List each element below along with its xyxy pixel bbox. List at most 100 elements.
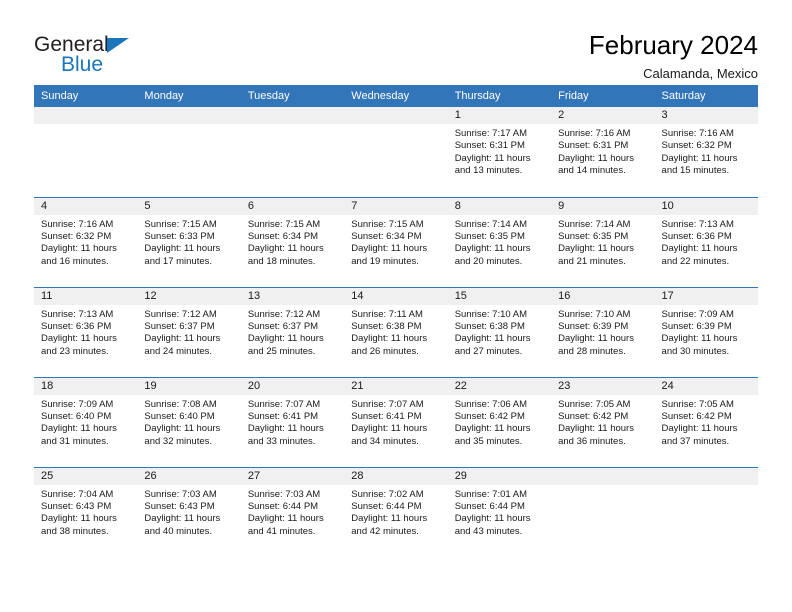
day-number	[240, 107, 345, 124]
calendar-table: Sunday Monday Tuesday Wednesday Thursday Frid…	[34, 85, 758, 557]
day-detail-line: and 32 minutes.	[144, 435, 213, 447]
day-detail-line: and 43 minutes.	[454, 525, 523, 537]
weekday-header-monday: Monday	[137, 85, 241, 107]
day-details: Sunrise: 7:16 AM Sunset: 6:32 PM Daylight:…	[655, 124, 758, 178]
day-number: 11	[34, 287, 138, 305]
day-cell[interactable]: 12 Sunrise: 7:12 AM Sunset: 6:37 PM Dayligh…	[137, 286, 241, 377]
weekday-header-friday: Friday	[551, 85, 655, 107]
day-number: 28	[344, 467, 448, 485]
day-detail-line: Sunrise: 7:06 AM	[454, 398, 528, 410]
day-detail-line: Sunset: 6:41 PM	[247, 410, 319, 422]
day-detail-line: and 33 minutes.	[247, 435, 316, 447]
general-blue-logo[interactable]: General Blue	[34, 30, 174, 82]
day-number: 1	[447, 107, 552, 124]
day-cell[interactable]: 8 Sunrise: 7:14 AM Sunset: 6:35 PM Daylight…	[447, 196, 552, 287]
day-detail-line: and 21 minutes.	[558, 255, 626, 267]
day-details: Sunrise: 7:13 AM Sunset: 6:36 PM Daylight:…	[34, 305, 137, 359]
day-number: 29	[447, 467, 552, 485]
day-cell[interactable]: 24 Sunrise: 7:05 AM Sunset: 6:42 PM Dayligh…	[654, 376, 758, 467]
calendar-week-row: 1 Sunrise: 7:17 AM Sunset: 6:31 PM Daylight…	[34, 107, 758, 197]
calendar-week-row: 25 Sunrise: 7:04 AM Sunset: 6:43 PM Dayligh…	[34, 466, 758, 557]
day-detail-line: Sunrise: 7:12 AM	[144, 308, 217, 320]
day-cell[interactable]: 3 Sunrise: 7:16 AM Sunset: 6:32 PM Daylight…	[654, 107, 758, 197]
day-detail-line: Daylight: 11 hours	[558, 152, 634, 164]
day-cell[interactable]: 4 Sunrise: 7:16 AM Sunset: 6:32 PM Daylight…	[34, 196, 138, 287]
day-detail-line: Sunrise: 7:16 AM	[558, 128, 631, 139]
weekday-header-tuesday: Tuesday	[240, 85, 345, 107]
day-cell[interactable]: 25 Sunrise: 7:04 AM Sunset: 6:43 PM Dayligh…	[34, 466, 138, 557]
day-detail-line: Sunset: 6:35 PM	[558, 230, 629, 242]
day-details: Sunrise: 7:07 AM Sunset: 6:41 PM Daylight:…	[241, 395, 344, 449]
logo-text-blue: Blue	[61, 53, 104, 76]
day-cell[interactable]: 7 Sunrise: 7:15 AM Sunset: 6:34 PM Daylight…	[344, 196, 448, 287]
day-detail-line: Sunrise: 7:17 AM	[454, 128, 528, 139]
day-cell[interactable]: 6 Sunrise: 7:15 AM Sunset: 6:34 PM Daylight…	[240, 196, 345, 287]
day-detail-line: Sunrise: 7:16 AM	[661, 128, 734, 139]
day-details: Sunrise: 7:03 AM Sunset: 6:43 PM Daylight:…	[137, 485, 240, 539]
day-detail-line: Sunset: 6:42 PM	[558, 410, 629, 422]
day-detail-line: Daylight: 11 hours	[558, 243, 634, 255]
day-cell[interactable]: 10 Sunrise: 7:13 AM Sunset: 6:36 PM Dayligh…	[654, 196, 758, 287]
day-detail-line: Daylight: 11 hours	[454, 333, 531, 345]
day-detail-line: Sunrise: 7:04 AM	[41, 488, 114, 500]
day-detail-line: and 20 minutes.	[454, 255, 523, 267]
day-cell-empty	[551, 466, 655, 557]
day-cell[interactable]: 9 Sunrise: 7:14 AM Sunset: 6:35 PM Daylight…	[551, 196, 655, 287]
day-detail-line: Daylight: 11 hours	[144, 333, 221, 345]
day-cell[interactable]: 18 Sunrise: 7:09 AM Sunset: 6:40 PM Dayligh…	[34, 376, 138, 467]
day-detail-line: Daylight: 11 hours	[247, 423, 324, 435]
weekday-header-saturday: Saturday	[654, 85, 758, 107]
day-details	[344, 124, 447, 128]
day-detail-line: Sunrise: 7:14 AM	[454, 218, 528, 230]
day-cell[interactable]: 22 Sunrise: 7:06 AM Sunset: 6:42 PM Dayligh…	[447, 376, 552, 467]
calendar-grid: Sunday Monday Tuesday Wednesday Thursday Frid…	[34, 85, 758, 557]
day-detail-line: and 16 minutes.	[41, 255, 109, 267]
day-number: 16	[551, 287, 655, 305]
day-detail-line: Sunrise: 7:13 AM	[41, 308, 114, 320]
day-cell[interactable]: 5 Sunrise: 7:15 AM Sunset: 6:33 PM Daylight…	[137, 196, 241, 287]
calendar-week-row: 4 Sunrise: 7:16 AM Sunset: 6:32 PM Daylight…	[34, 196, 758, 287]
day-detail-line: Sunset: 6:40 PM	[41, 410, 112, 422]
day-detail-line: Sunrise: 7:01 AM	[454, 488, 528, 500]
day-detail-line: and 28 minutes.	[558, 345, 626, 357]
page-header: General Blue February 2024 Calamanda, Me…	[0, 0, 792, 81]
day-details: Sunrise: 7:15 AM Sunset: 6:34 PM Daylight:…	[344, 215, 447, 269]
day-details: Sunrise: 7:13 AM Sunset: 6:36 PM Daylight:…	[655, 215, 758, 269]
day-number: 2	[551, 107, 655, 124]
day-cell[interactable]: 26 Sunrise: 7:03 AM Sunset: 6:43 PM Dayligh…	[137, 466, 241, 557]
day-detail-line: Sunset: 6:33 PM	[144, 230, 215, 242]
day-detail-line: and 38 minutes.	[41, 525, 109, 537]
day-cell[interactable]: 27 Sunrise: 7:03 AM Sunset: 6:44 PM Dayligh…	[240, 466, 345, 557]
day-cell[interactable]: 2 Sunrise: 7:16 AM Sunset: 6:31 PM Daylight…	[551, 107, 655, 197]
day-cell[interactable]: 29 Sunrise: 7:01 AM Sunset: 6:44 PM Dayligh…	[447, 466, 552, 557]
day-detail-line: and 25 minutes.	[247, 345, 316, 357]
day-detail-line: Sunrise: 7:10 AM	[558, 308, 631, 320]
day-cell[interactable]: 14 Sunrise: 7:11 AM Sunset: 6:38 PM Dayligh…	[344, 286, 448, 377]
day-detail-line: Daylight: 11 hours	[144, 423, 221, 435]
day-cell[interactable]: 21 Sunrise: 7:07 AM Sunset: 6:41 PM Dayligh…	[344, 376, 448, 467]
day-cell[interactable]: 13 Sunrise: 7:12 AM Sunset: 6:37 PM Dayligh…	[240, 286, 345, 377]
day-detail-line: Daylight: 11 hours	[454, 243, 531, 255]
day-number: 19	[137, 377, 241, 395]
day-detail-line: Daylight: 11 hours	[41, 423, 117, 435]
day-detail-line: Sunset: 6:34 PM	[351, 230, 422, 242]
day-cell[interactable]: 23 Sunrise: 7:05 AM Sunset: 6:42 PM Dayligh…	[551, 376, 655, 467]
day-cell[interactable]: 19 Sunrise: 7:08 AM Sunset: 6:40 PM Dayligh…	[137, 376, 241, 467]
day-cell[interactable]: 20 Sunrise: 7:07 AM Sunset: 6:41 PM Dayligh…	[240, 376, 345, 467]
day-number: 7	[344, 197, 448, 215]
day-detail-line: Sunset: 6:31 PM	[454, 140, 525, 152]
day-details: Sunrise: 7:05 AM Sunset: 6:42 PM Daylight:…	[655, 395, 758, 449]
day-detail-line: Sunset: 6:32 PM	[41, 230, 112, 242]
day-cell[interactable]: 11 Sunrise: 7:13 AM Sunset: 6:36 PM Dayligh…	[34, 286, 138, 377]
day-detail-line: Daylight: 11 hours	[661, 333, 738, 345]
day-cell[interactable]: 15 Sunrise: 7:10 AM Sunset: 6:38 PM Dayligh…	[447, 286, 552, 377]
day-cell[interactable]: 16 Sunrise: 7:10 AM Sunset: 6:39 PM Dayligh…	[551, 286, 655, 377]
day-number: 10	[654, 197, 758, 215]
day-cell[interactable]: 28 Sunrise: 7:02 AM Sunset: 6:44 PM Dayligh…	[344, 466, 448, 557]
day-detail-line: and 15 minutes.	[661, 165, 730, 177]
day-cell[interactable]: 17 Sunrise: 7:09 AM Sunset: 6:39 PM Dayligh…	[654, 286, 758, 377]
day-detail-line: Sunrise: 7:11 AM	[351, 308, 423, 320]
day-number: 25	[34, 467, 138, 485]
day-cell[interactable]: 1 Sunrise: 7:17 AM Sunset: 6:31 PM Daylight…	[447, 107, 552, 197]
day-details: Sunrise: 7:14 AM Sunset: 6:35 PM Daylight:…	[551, 215, 654, 269]
